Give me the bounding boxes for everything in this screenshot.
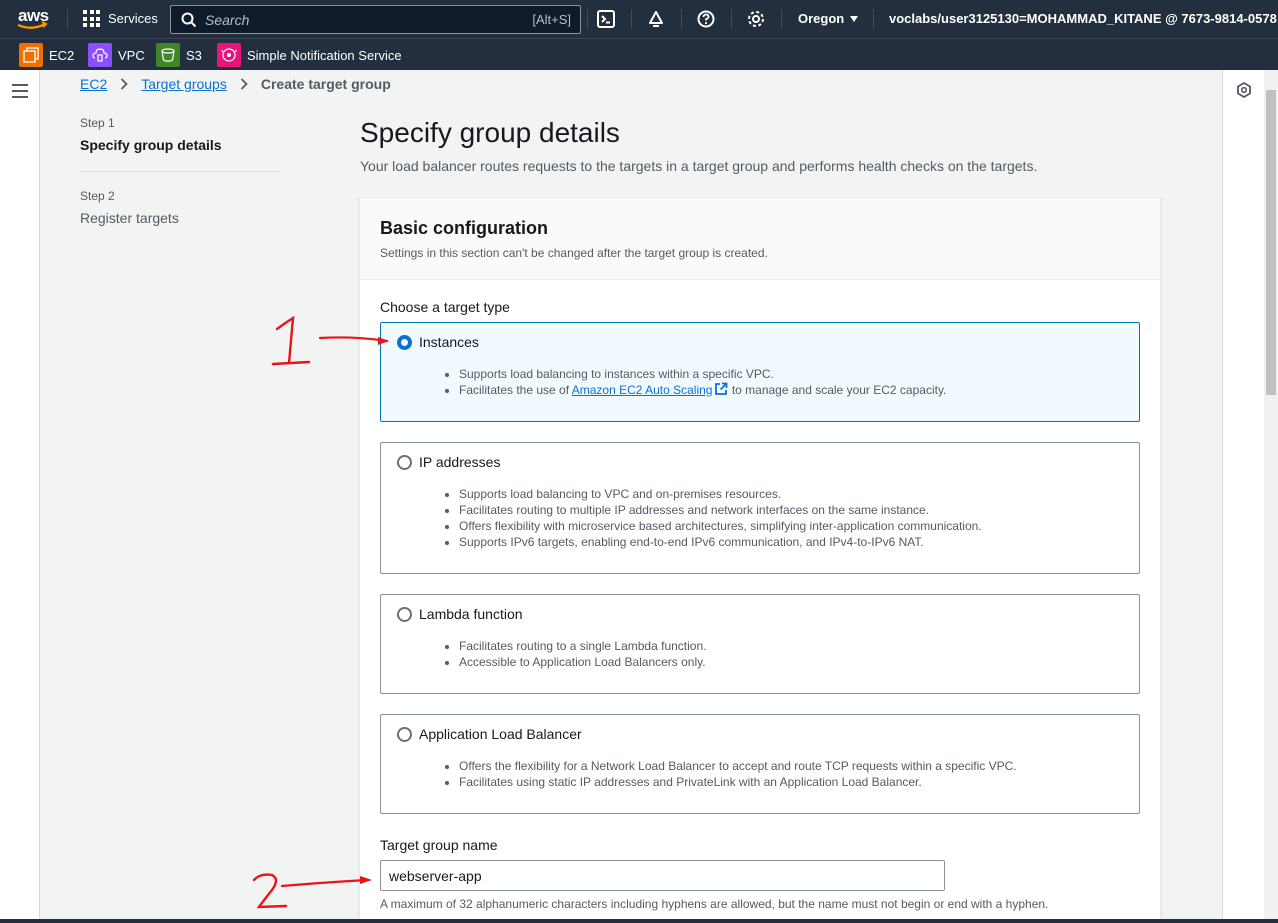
breadcrumb-current: Create target group	[260, 76, 391, 92]
list-item: Offers the flexibility for a Network Loa…	[459, 758, 1017, 774]
page-description: Your load balancer routes requests to th…	[360, 158, 1038, 174]
instances-radio[interactable]	[397, 335, 412, 350]
settings-gear-icon[interactable]	[747, 10, 765, 28]
list-item: Supports load balancing to instances wit…	[459, 366, 946, 382]
list-item: Facilitates the use of Amazon EC2 Auto S…	[459, 382, 946, 398]
favorite-label: EC2	[49, 47, 75, 63]
divider	[731, 9, 732, 29]
list-item: Offers flexibility with microservice bas…	[459, 518, 982, 534]
search-input[interactable]	[205, 11, 515, 28]
divider	[681, 9, 682, 29]
favorite-label: VPC	[118, 47, 145, 63]
target-type-label: Choose a target type	[380, 299, 510, 315]
cloudshell-icon[interactable]	[597, 10, 615, 28]
list-item: Facilitates routing to a single Lambda f…	[459, 638, 706, 654]
sns-icon	[217, 43, 241, 67]
help-icon[interactable]	[697, 10, 715, 28]
external-link-icon[interactable]	[714, 382, 728, 396]
bottom-bar	[0, 919, 1278, 923]
divider	[631, 9, 632, 29]
scrollbar-thumb[interactable]	[1266, 90, 1276, 395]
aws-smile-icon	[17, 21, 48, 29]
panel-header: Basic configuration Settings in this sec…	[360, 198, 1160, 280]
favorite-sns[interactable]: Simple Notification Service	[217, 43, 402, 67]
list-item: Facilitates using static IP addresses an…	[459, 774, 1017, 790]
services-label: Services	[108, 11, 158, 26]
panel-title: Basic configuration	[380, 218, 549, 238]
chevron-right-icon	[121, 78, 129, 90]
target-type-alb-tile[interactable]: Application Load Balancer Offers the fle…	[380, 714, 1140, 814]
ec2-auto-scaling-link[interactable]: Amazon EC2 Auto Scaling	[572, 383, 713, 397]
step-1-title: Specify group details	[80, 137, 222, 153]
vpc-icon	[88, 43, 112, 67]
ec2-icon	[19, 43, 43, 67]
tools-panel-rail	[1222, 70, 1264, 923]
step-divider	[80, 171, 280, 172]
breadcrumb: EC2 Target groups Create target group	[80, 76, 391, 92]
menu-hamburger-icon[interactable]	[12, 84, 28, 98]
top-navigation-bar: aws Services [Alt+S] Oregon voclabs/user…	[0, 0, 1278, 38]
tile-bullets: Facilitates routing to a single Lambda f…	[459, 638, 706, 670]
favorite-label: S3	[186, 47, 202, 63]
aws-logo[interactable]: aws	[15, 6, 51, 32]
tools-hexagon-icon[interactable]	[1236, 82, 1252, 98]
divider	[873, 9, 874, 29]
account-label: voclabs/user3125130=MOHAMMAD_KITANE @ 76…	[889, 11, 1277, 26]
list-item: Supports IPv6 targets, enabling end-to-e…	[459, 534, 982, 550]
chevron-down-icon	[850, 15, 859, 22]
list-item: Accessible to Application Load Balancers…	[459, 654, 706, 670]
tile-bullets: Offers the flexibility for a Network Loa…	[459, 758, 1017, 790]
favorites-bar: EC2 VPC S3 Simple Notification Service	[0, 38, 1278, 70]
divider	[67, 9, 68, 29]
side-navigation-rail	[0, 70, 40, 923]
target-type-instances-tile[interactable]: Instances Supports load balancing to ins…	[380, 322, 1140, 422]
target-type-ip-addresses-tile[interactable]: IP addresses Supports load balancing to …	[380, 442, 1140, 574]
services-grid-icon	[83, 10, 100, 27]
page-title: Specify group details	[360, 117, 620, 148]
bullet-text: Facilitates the use of	[459, 383, 572, 397]
target-group-name-label: Target group name	[380, 837, 498, 853]
step-1-label: Step 1	[80, 116, 115, 130]
search-icon	[181, 12, 197, 27]
favorite-vpc[interactable]: VPC	[88, 43, 145, 67]
tile-title: Lambda function	[419, 606, 523, 622]
lambda-function-radio[interactable]	[397, 607, 412, 622]
search-shortcut-hint: [Alt+S]	[532, 12, 571, 27]
target-group-name-hint: A maximum of 32 alphanumeric characters …	[380, 897, 1049, 911]
chevron-right-icon	[240, 78, 248, 90]
services-menu-button[interactable]: Services	[83, 10, 158, 27]
bullet-text: to manage and scale your EC2 capacity.	[728, 383, 947, 397]
breadcrumb-target-groups-link[interactable]: Target groups	[141, 76, 227, 92]
account-menu[interactable]: voclabs/user3125130=MOHAMMAD_KITANE @ 76…	[889, 11, 1278, 26]
region-label: Oregon	[798, 11, 845, 26]
tile-bullets: Supports load balancing to instances wit…	[459, 366, 946, 398]
ip-addresses-radio[interactable]	[397, 455, 412, 470]
search-bar[interactable]: [Alt+S]	[170, 5, 581, 34]
favorite-label: Simple Notification Service	[247, 47, 402, 63]
breadcrumb-ec2-link[interactable]: EC2	[80, 76, 107, 92]
favorite-ec2[interactable]: EC2	[19, 43, 74, 67]
step-2-title[interactable]: Register targets	[80, 210, 280, 226]
divider	[781, 9, 782, 29]
favorite-s3[interactable]: S3	[156, 43, 202, 67]
region-selector[interactable]: Oregon	[798, 11, 859, 26]
application-load-balancer-radio[interactable]	[397, 727, 412, 742]
notifications-bell-icon[interactable]	[647, 10, 665, 28]
tile-title: IP addresses	[419, 454, 501, 470]
s3-icon	[156, 43, 180, 67]
target-group-name-input[interactable]	[380, 860, 945, 891]
list-item: Supports load balancing to VPC and on-pr…	[459, 486, 982, 502]
tile-title: Instances	[419, 334, 479, 350]
tile-title: Application Load Balancer	[419, 726, 582, 742]
wizard-steps: Step 1 Specify group details Step 2 Regi…	[80, 116, 280, 226]
list-item: Facilitates routing to multiple IP addre…	[459, 502, 982, 518]
divider	[587, 9, 588, 29]
panel-description: Settings in this section can't be change…	[380, 246, 768, 260]
step-2-label: Step 2	[80, 189, 115, 203]
tile-bullets: Supports load balancing to VPC and on-pr…	[459, 486, 982, 550]
target-type-lambda-tile[interactable]: Lambda function Facilitates routing to a…	[380, 594, 1140, 694]
